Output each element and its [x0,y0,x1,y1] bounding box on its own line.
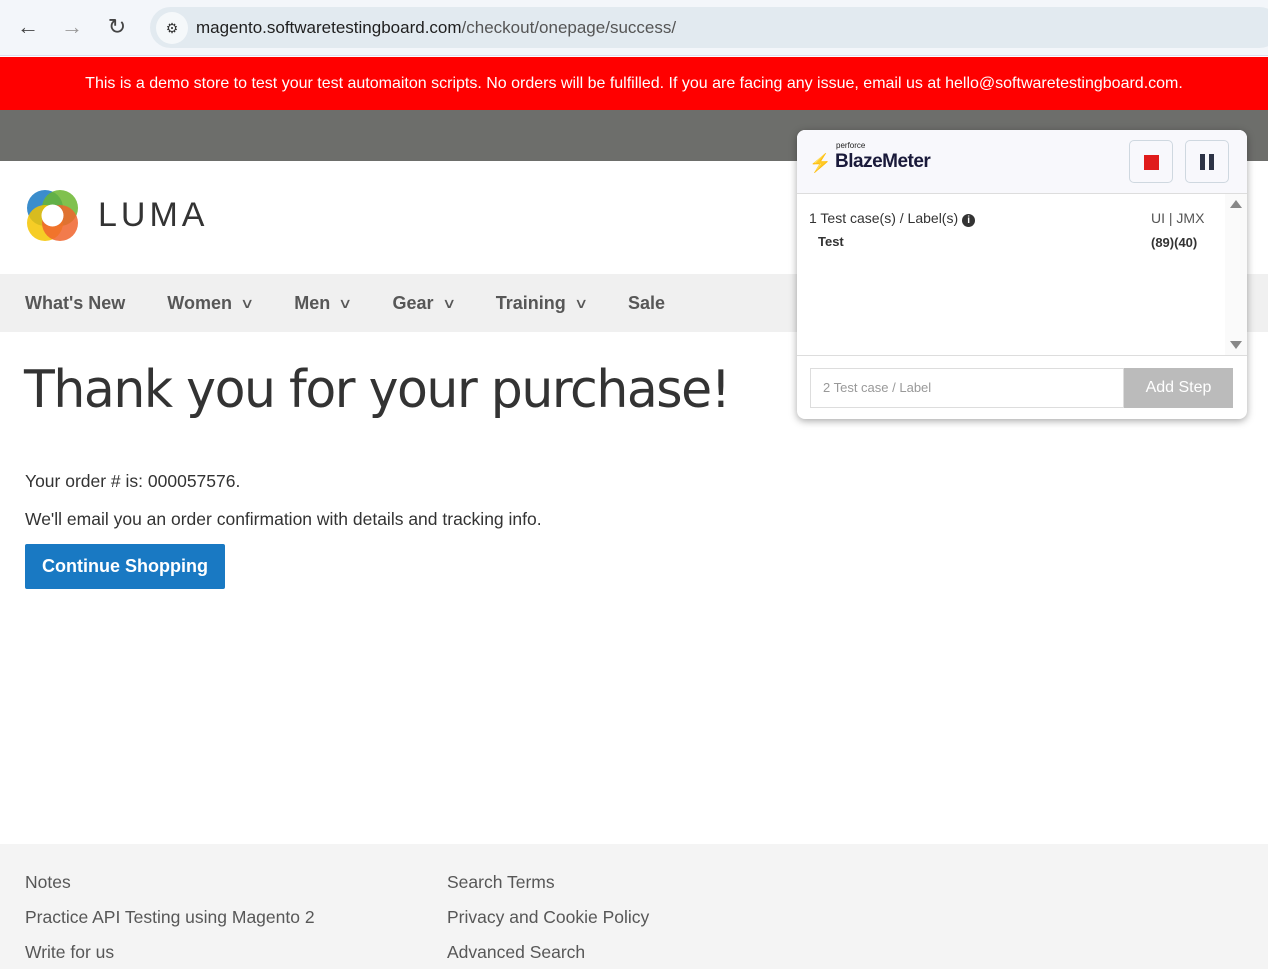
footer-link-notes[interactable]: Notes [25,872,71,893]
reload-button[interactable]: ↻ [101,12,133,44]
info-icon[interactable]: i [962,214,976,227]
nav-women[interactable]: Women ∨ [167,292,255,314]
nav-sale[interactable]: Sale [628,293,665,314]
demo-notice: This is a demo store to test your test a… [0,57,1268,110]
test-case-counts: (89)(40) [1151,235,1198,250]
back-button[interactable]: ← [12,12,44,44]
pause-icon [1200,154,1205,170]
nav-whats-new[interactable]: What's New [25,293,125,314]
chevron-down-icon: ∨ [239,294,255,311]
footer-link-search-terms[interactable]: Search Terms [447,872,555,893]
stop-recording-button[interactable] [1129,140,1173,183]
chevron-down-icon: ∨ [338,294,353,311]
address-bar[interactable]: ⚙ magento.softwaretestingboard.com/check… [150,7,1268,48]
page-title: Thank you for your purchase! [24,360,731,420]
scrollbar[interactable] [1225,194,1247,355]
pause-recording-button[interactable] [1185,140,1229,183]
luma-logo[interactable]: LUMA [25,188,208,243]
test-case-label-input[interactable]: 2 Test case / Label [810,368,1124,408]
email-note: We'll email you an order confirmation wi… [25,509,542,529]
blazemeter-logo-icon: ⚡ [809,153,832,173]
test-case-name[interactable]: Test [818,234,844,249]
luma-logo-icon [27,190,78,241]
nav-label: What's New [25,292,126,313]
nav-label: Sale [628,292,666,313]
brand-small: perforce [836,141,866,150]
chevron-down-icon: ∨ [441,294,456,311]
footer: Notes Practice API Testing using Magento… [0,844,1268,969]
blazemeter-header: ⚡ perforce BlazeMeter [797,130,1247,194]
nav-training[interactable]: Training ∨ [495,292,589,314]
stop-icon [1144,155,1159,170]
url-path: /checkout/onepage/success/ [461,18,677,37]
footer-link-write[interactable]: Write for us [25,942,114,963]
footer-link-api[interactable]: Practice API Testing using Magento 2 [25,907,315,928]
add-step-button[interactable]: Add Step [1124,368,1233,408]
continue-shopping-button[interactable]: Continue Shopping [25,544,225,589]
brand-name: BlazeMeter [835,151,931,172]
nav-men[interactable]: Men ∨ [294,292,353,314]
test-case-list: 1 Test case(s) / Label(s) i UI | JMX Test… [797,194,1247,355]
nav-label: Men [294,292,331,313]
mode-toggle[interactable]: UI | JMX [1151,210,1204,226]
chevron-down-icon: ∨ [573,294,589,311]
scroll-down-icon[interactable] [1230,341,1242,349]
footer-link-privacy[interactable]: Privacy and Cookie Policy [447,907,649,928]
forward-button[interactable]: → [56,12,88,44]
pause-icon [1209,154,1214,170]
nav-gear[interactable]: Gear ∨ [392,292,456,314]
blazemeter-panel: ⚡ perforce BlazeMeter 1 Test case(s) / L… [797,130,1247,419]
nav-label: Women [167,292,232,313]
browser-toolbar: ← → ↻ ⚙ magento.softwaretestingboard.com… [0,0,1268,56]
url-host: magento.softwaretestingboard.com [196,18,462,37]
scroll-up-icon[interactable] [1230,200,1242,208]
footer-link-advanced-search[interactable]: Advanced Search [447,942,585,963]
test-count-label: 1 Test case(s) / Label(s) [809,210,959,226]
nav-label: Gear [392,292,434,313]
logo-text: LUMA [98,196,209,234]
order-number: Your order # is: 000057576. [25,471,241,491]
nav-label: Training [495,292,566,313]
site-settings-icon[interactable]: ⚙ [156,12,188,44]
